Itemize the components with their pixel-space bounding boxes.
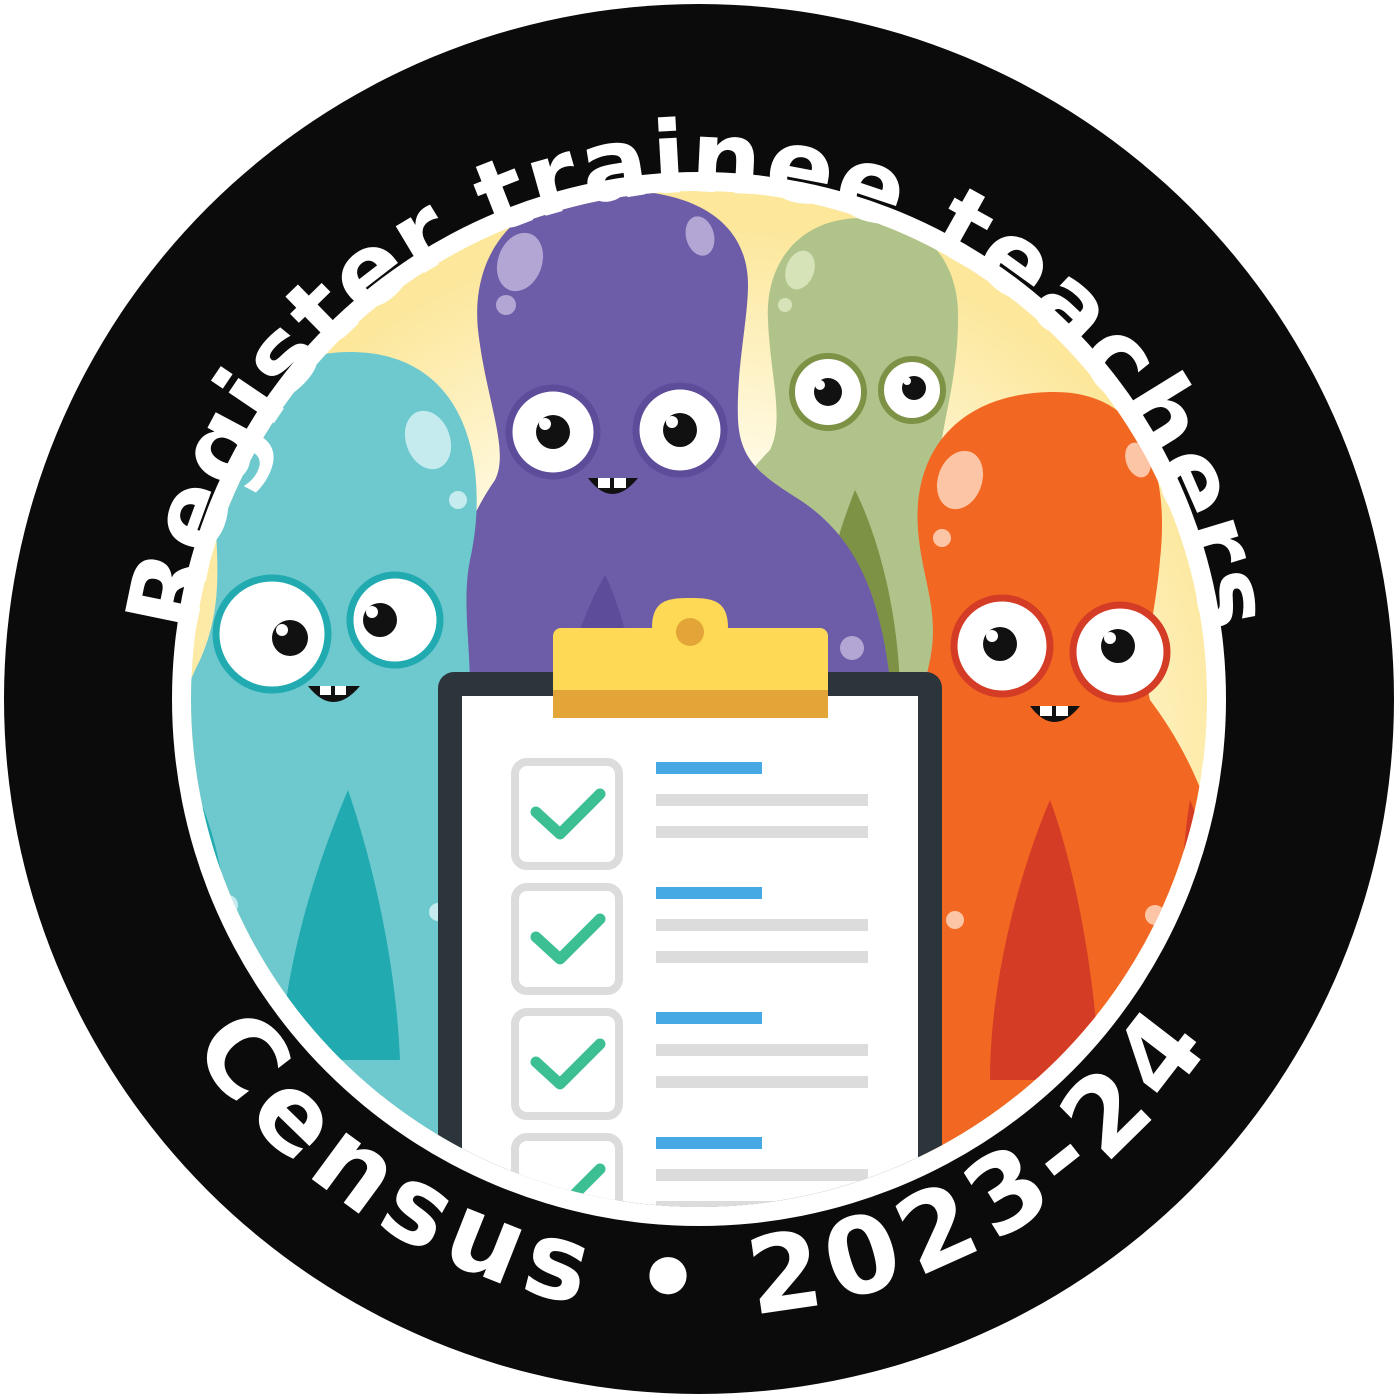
- text-line: [656, 1169, 868, 1181]
- text-line: [656, 1076, 868, 1088]
- text-line: [656, 919, 868, 931]
- heading-line: [656, 1137, 762, 1149]
- separator-dot: •: [631, 1216, 705, 1343]
- text-line: [656, 951, 868, 963]
- text-line: [656, 826, 868, 838]
- checkbox: [511, 1008, 623, 1120]
- checkbox: [511, 758, 623, 870]
- text-line: [656, 794, 868, 806]
- text-line: [656, 1044, 868, 1056]
- heading-line: [656, 887, 762, 899]
- census-badge: Register trainee teachers Census • 2023-24: [4, 4, 1394, 1394]
- heading-line: [656, 1012, 762, 1024]
- heading-line: [656, 762, 762, 774]
- checkbox: [511, 883, 623, 995]
